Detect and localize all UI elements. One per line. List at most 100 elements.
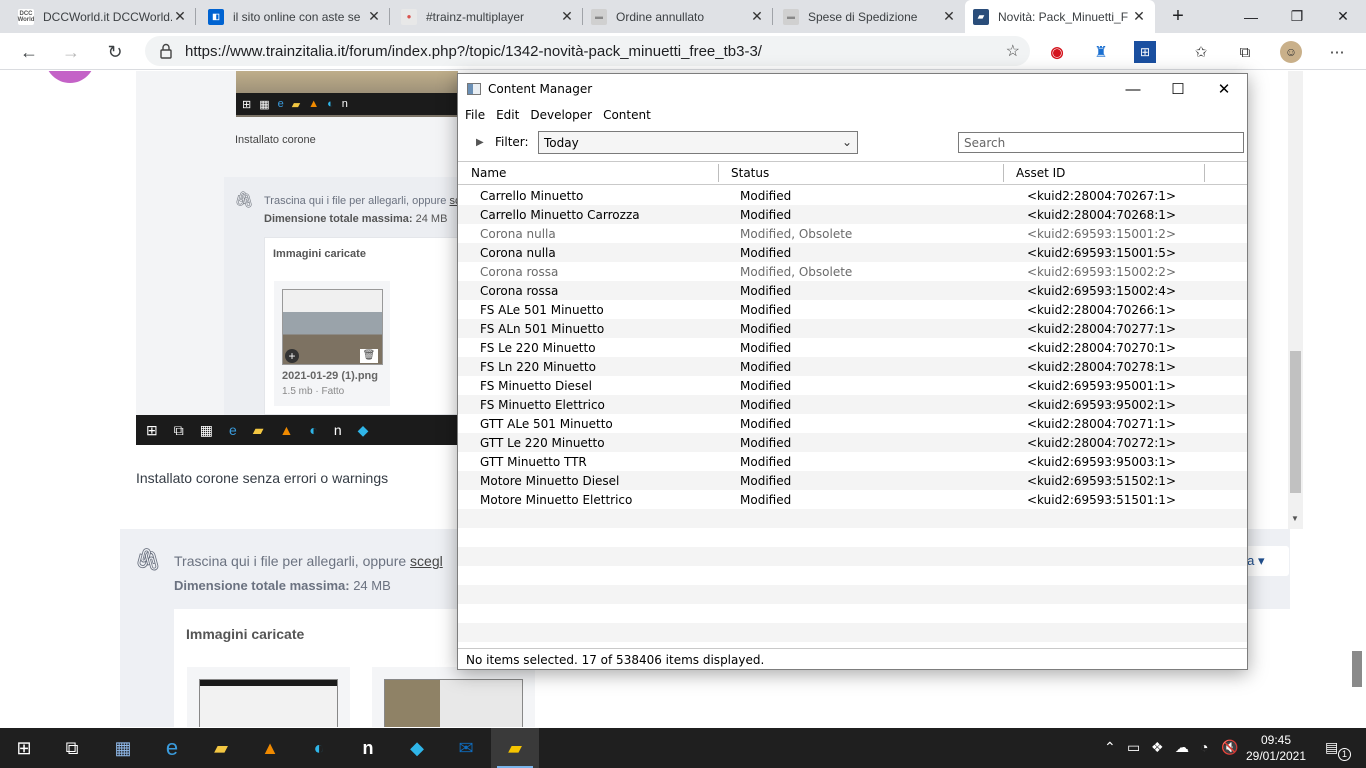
tab-close-icon[interactable]: ✕ xyxy=(366,8,382,25)
asset-list-row[interactable]: FS ALe 501 Minuetto Modified <kuid2:28004:… xyxy=(458,300,1247,319)
volume-muted-icon[interactable]: 🔇 xyxy=(1221,739,1238,756)
choose-files-link[interactable]: scegl xyxy=(410,553,443,569)
edge-icon[interactable]: ◐ xyxy=(295,728,343,768)
taskbar-clock[interactable]: 09:45 29/01/2021 xyxy=(1243,732,1309,764)
asset-list-row[interactable]: FS Ln 220 Minuetto Modified <kuid2:28004:7… xyxy=(458,357,1247,376)
menu-content[interactable]: Content xyxy=(603,108,651,122)
tab-aste[interactable]: ◧ il sito online con aste se ✕ xyxy=(200,0,390,33)
tab-dccworld[interactable]: DCCWorld DCCWorld.it DCCWorld.it se ✕ xyxy=(10,0,196,33)
browser-restore-icon[interactable]: ❐ xyxy=(1274,0,1320,33)
asset-list-row[interactable]: Motore Minuetto Diesel Modified <kuid2:695… xyxy=(458,471,1247,490)
column-header-status[interactable]: Status xyxy=(731,166,769,180)
file-explorer-icon[interactable]: ▰ xyxy=(197,728,245,768)
menu-developer[interactable]: Developer xyxy=(530,108,592,122)
column-header-name[interactable]: Name xyxy=(471,166,506,180)
tab-trainz-multiplayer[interactable]: ● #trainz-multiplayer ✕ xyxy=(393,0,583,33)
column-divider[interactable] xyxy=(1003,164,1004,182)
asset-status: Modified, Obsolete xyxy=(740,227,853,241)
content-manager-taskbar-icon[interactable]: ▰ xyxy=(491,728,539,768)
menu-file[interactable]: File xyxy=(465,108,485,122)
collections-icon[interactable]: ⧉ xyxy=(1234,41,1256,63)
asset-list-row[interactable]: FS Minuetto Diesel Modified <kuid2:69593:9… xyxy=(458,376,1247,395)
tab-ordine-annullato[interactable]: ▬ Ordine annullato ✕ xyxy=(583,0,773,33)
tab-novita-pack-minuetti[interactable]: ▰ Novità: Pack_Minuetti_F ✕ xyxy=(965,0,1155,33)
asset-id: <kuid2:69593:15002:4> xyxy=(1027,284,1176,298)
page-scroll-thumb[interactable] xyxy=(1352,651,1362,687)
ie-icon[interactable]: e xyxy=(148,728,196,768)
inner-scroll-thumb[interactable] xyxy=(1290,351,1301,493)
grid-extension-icon[interactable]: ⊞ xyxy=(1134,41,1156,63)
asset-list-row[interactable]: Corona rossa Modified <kuid2:69593:15002:4… xyxy=(458,281,1247,300)
column-divider[interactable] xyxy=(1204,164,1205,182)
refresh-icon[interactable]: ↻ xyxy=(100,37,130,67)
kodi-icon[interactable]: ◆ xyxy=(393,728,441,768)
notification-count-badge: 1 xyxy=(1338,748,1351,761)
asset-status: Modified xyxy=(740,341,792,355)
tab-spese-spedizione[interactable]: ▬ Spese di Spedizione ✕ xyxy=(775,0,965,33)
asset-list-row[interactable]: Carrello Minuetto Carrozza Modified <kuid2… xyxy=(458,205,1247,224)
address-bar[interactable]: https://www.trainzitalia.it/forum/index.… xyxy=(145,36,1030,66)
clock-date: 29/01/2021 xyxy=(1245,749,1307,763)
insert-image-plus-icon[interactable]: + xyxy=(285,349,299,363)
back-arrow-icon[interactable]: ← xyxy=(14,37,44,67)
cm-menu-bar: File Edit Developer Content xyxy=(458,104,651,126)
asset-list-row[interactable]: Motore Minuetto Elettrico Modified <kuid2:… xyxy=(458,490,1247,509)
max-size-large: Dimensione totale massima: 24 MB xyxy=(174,578,391,593)
wifi-icon[interactable]: ◔ xyxy=(1200,739,1208,755)
tab-close-icon[interactable]: ✕ xyxy=(559,8,575,25)
cm-minimize-icon[interactable]: — xyxy=(1110,74,1156,104)
menu-edit[interactable]: Edit xyxy=(496,108,519,122)
asset-list-row[interactable]: Corona rossa Modified, Obsolete <kuid2:695… xyxy=(458,262,1247,281)
asset-list-row[interactable]: FS ALn 501 Minuetto Modified <kuid2:28004:… xyxy=(458,319,1247,338)
notification-center-icon[interactable]: ▤ xyxy=(1325,739,1338,756)
ie-icon: e xyxy=(228,422,237,438)
asset-list-row[interactable]: Corona nulla Modified, Obsolete <kuid2:695… xyxy=(458,224,1247,243)
task-view-icon[interactable]: ⧉ xyxy=(48,728,96,768)
asset-list-row[interactable]: GTT ALe 501 Minuetto Modified <kuid2:28004… xyxy=(458,414,1247,433)
column-header-asset-id[interactable]: Asset ID xyxy=(1016,166,1065,180)
dropbox-icon[interactable]: ❖ xyxy=(1151,739,1164,756)
uploaded-image-thumbnail[interactable] xyxy=(199,679,338,727)
uploaded-image-thumbnail[interactable] xyxy=(384,679,523,727)
browser-minimize-icon[interactable]: — xyxy=(1228,0,1274,33)
delete-image-trash-icon[interactable]: 🗑 xyxy=(360,349,378,363)
column-divider[interactable] xyxy=(718,164,719,182)
battery-icon[interactable]: ▭ xyxy=(1127,739,1140,756)
add-favorite-icon[interactable]: ☆ xyxy=(1006,41,1020,61)
cm-maximize-icon[interactable]: ☐ xyxy=(1155,74,1201,104)
forward-arrow-icon[interactable]: → xyxy=(56,37,86,67)
tab-close-icon[interactable]: ✕ xyxy=(941,8,957,25)
asset-id: <kuid2:28004:70278:1> xyxy=(1027,360,1176,374)
n-app-icon[interactable]: n xyxy=(344,728,392,768)
vlc-icon[interactable]: ▲ xyxy=(246,728,294,768)
asset-status: Modified xyxy=(740,455,792,469)
browser-tab-strip: DCCWorld DCCWorld.it DCCWorld.it se ✕ ◧ … xyxy=(0,0,1366,33)
opera-extension-icon[interactable]: ◉ xyxy=(1046,41,1068,63)
browser-close-icon[interactable]: ✕ xyxy=(1320,0,1366,33)
tab-close-icon[interactable]: ✕ xyxy=(749,8,765,25)
cm-close-icon[interactable]: ✕ xyxy=(1201,74,1247,104)
tab-close-icon[interactable]: ✕ xyxy=(172,8,188,25)
favorites-icon[interactable]: ✩ xyxy=(1190,41,1212,63)
asset-list-row[interactable]: FS Minuetto Elettrico Modified <kuid2:6959… xyxy=(458,395,1247,414)
calculator-icon[interactable]: ▦ xyxy=(99,728,147,768)
asset-list-row[interactable]: Carrello Minuetto Modified <kuid2:28004:70… xyxy=(458,186,1247,205)
filter-select[interactable]: Today ⌄ xyxy=(538,131,858,154)
asset-list-row[interactable]: Corona nulla Modified <kuid2:69593:15001:5… xyxy=(458,243,1247,262)
new-tab-plus-icon[interactable]: + xyxy=(1155,0,1201,33)
asset-list-row[interactable]: FS Le 220 Minuetto Modified <kuid2:28004:7… xyxy=(458,338,1247,357)
show-hidden-icons-chevron-icon[interactable]: ⌃ xyxy=(1104,739,1116,756)
asset-list-row[interactable]: GTT Le 220 Minuetto Modified <kuid2:28004:… xyxy=(458,433,1247,452)
tab-close-icon[interactable]: ✕ xyxy=(1131,8,1147,25)
asset-list-row[interactable]: GTT Minuetto TTR Modified <kuid2:69593:950… xyxy=(458,452,1247,471)
scroll-down-arrow-icon[interactable]: ▼ xyxy=(1291,514,1299,523)
onedrive-cloud-icon[interactable]: ☁ xyxy=(1175,739,1189,756)
shield-extension-icon[interactable]: ♜ xyxy=(1090,41,1112,63)
more-menu-icon[interactable]: ⋯ xyxy=(1326,41,1348,63)
outlook-icon[interactable]: ✉ xyxy=(442,728,490,768)
profile-avatar-icon[interactable]: ☺ xyxy=(1280,41,1302,63)
search-input[interactable]: Search xyxy=(958,132,1244,153)
empty-list-row xyxy=(458,623,1247,642)
start-windows-icon[interactable]: ⊞ xyxy=(0,728,48,768)
filter-expand-triangle-icon[interactable]: ▶ xyxy=(476,137,484,148)
